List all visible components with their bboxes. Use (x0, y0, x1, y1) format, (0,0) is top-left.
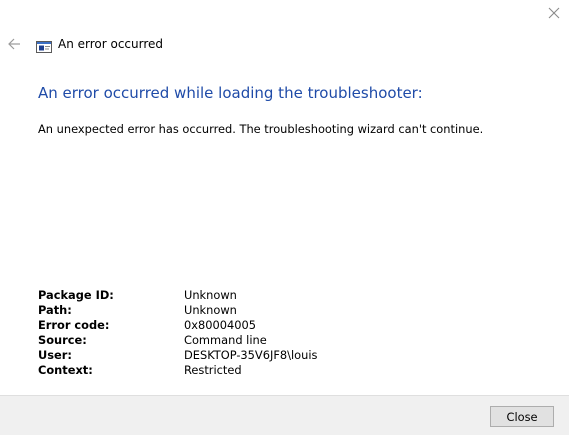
dialog-title: An error occurred (58, 37, 164, 51)
detail-label: User: (38, 348, 72, 362)
dialog-header: An error occurred (6, 34, 163, 54)
error-message: An unexpected error has occurred. The tr… (38, 122, 484, 136)
detail-value: Unknown (184, 288, 237, 302)
back-arrow-icon[interactable] (6, 36, 22, 52)
troubleshooter-window-icon (36, 38, 52, 53)
detail-row-path: Path: Unknown (38, 303, 317, 318)
detail-row-context: Context: Restricted (38, 363, 317, 378)
dialog-footer: Close (0, 395, 569, 435)
detail-value: Restricted (184, 363, 242, 377)
close-button[interactable]: Close (490, 406, 554, 427)
detail-label: Error code: (38, 318, 110, 332)
detail-label: Source: (38, 333, 87, 347)
close-icon[interactable] (547, 6, 561, 20)
error-details: Package ID: Unknown Path: Unknown Error … (38, 288, 317, 378)
detail-value: 0x80004005 (184, 318, 256, 332)
detail-value: Unknown (184, 303, 237, 317)
detail-label: Package ID: (38, 288, 114, 302)
detail-value: DESKTOP-35V6JF8\louis (184, 348, 318, 362)
detail-label: Path: (38, 303, 72, 317)
error-heading: An error occurred while loading the trou… (38, 84, 423, 102)
detail-row-user: User: DESKTOP-35V6JF8\louis (38, 348, 317, 363)
detail-row-source: Source: Command line (38, 333, 317, 348)
detail-label: Context: (38, 363, 93, 377)
detail-row-package-id: Package ID: Unknown (38, 288, 317, 303)
detail-row-error-code: Error code: 0x80004005 (38, 318, 317, 333)
detail-value: Command line (184, 333, 267, 347)
error-dialog: An error occurred An error occurred whil… (0, 0, 569, 435)
